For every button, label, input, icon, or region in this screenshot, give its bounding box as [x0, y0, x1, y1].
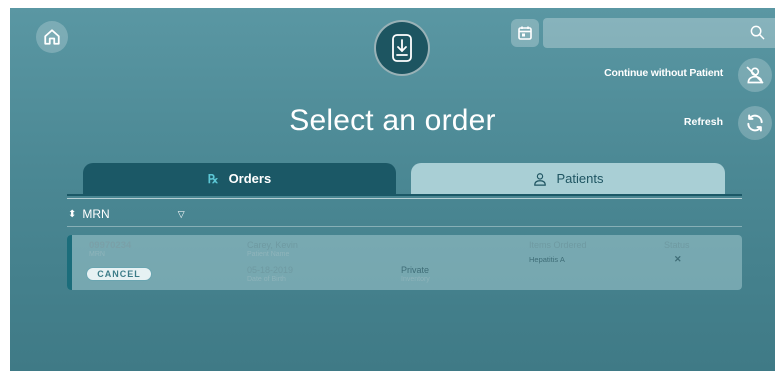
tab-divider-highlight: [67, 198, 742, 199]
row-accent-bar: [67, 235, 72, 290]
date-of-birth: 05-18-2019: [247, 265, 294, 275]
scan-device-badge: [374, 20, 430, 76]
sort-control[interactable]: ⬍ MRN ▽: [68, 207, 185, 221]
status-label: Status: [664, 240, 690, 250]
calendar-icon: [518, 26, 532, 40]
sort-divider: [67, 226, 742, 227]
items-ordered-value: Hepatitis A: [529, 255, 565, 264]
patient-name-label: Patient Name: [247, 251, 290, 258]
refresh-label[interactable]: Refresh: [684, 116, 723, 128]
inventory-label: Inventory: [401, 276, 430, 283]
cancel-order-button[interactable]: CANCEL: [86, 267, 152, 281]
chevron-down-icon[interactable]: ▽: [178, 209, 185, 220]
page-title: Select an order: [289, 104, 496, 137]
refresh-button[interactable]: [738, 106, 772, 140]
tab-orders[interactable]: ℞ Orders: [83, 163, 396, 194]
items-ordered-label: Items Ordered: [529, 240, 587, 250]
continue-without-patient-label[interactable]: Continue without Patient: [604, 67, 723, 79]
tab-patients[interactable]: Patients: [411, 163, 725, 194]
no-patient-icon: [746, 66, 764, 84]
refresh-icon: [747, 114, 763, 132]
person-icon: [533, 172, 546, 186]
search-input[interactable]: [543, 18, 775, 48]
tab-patients-label: Patients: [556, 171, 604, 186]
tab-divider: [67, 194, 742, 196]
app-window: Continue without Patient Select an order…: [10, 8, 775, 371]
search-icon[interactable]: [750, 25, 765, 40]
order-row[interactable]: 09970234 MRN CANCEL Carey, Kevin Patient…: [67, 235, 742, 290]
order-mrn-label: MRN: [89, 251, 105, 258]
home-icon: [44, 29, 60, 45]
sort-icon[interactable]: ⬍: [68, 209, 76, 220]
inventory-value: Private: [401, 265, 430, 275]
device-download-icon: [392, 34, 412, 62]
patient-name: Carey, Kevin: [247, 240, 298, 250]
home-button[interactable]: [36, 21, 68, 53]
continue-without-patient-button[interactable]: [738, 58, 772, 92]
date-of-birth-label: Date of Birth: [247, 276, 286, 283]
calendar-button[interactable]: [511, 19, 539, 47]
sort-field-label[interactable]: MRN: [82, 207, 109, 221]
tab-orders-label: Orders: [228, 171, 272, 186]
status-icon: ✕: [674, 254, 682, 264]
order-mrn: 09970234: [89, 240, 132, 251]
rx-icon: ℞: [207, 171, 219, 186]
search-field[interactable]: [543, 18, 775, 48]
